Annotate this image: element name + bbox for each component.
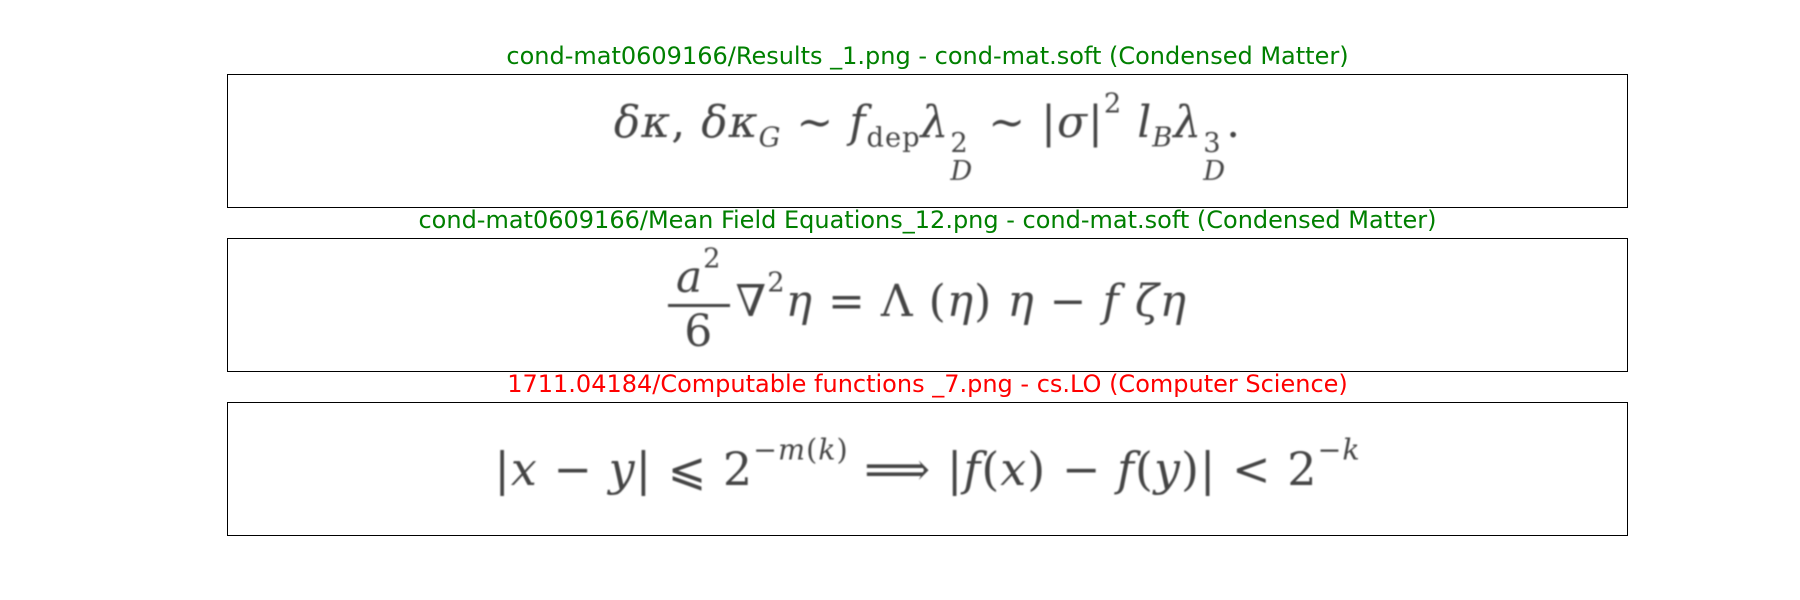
panel-2-formula: a2 6 ∇2η = Λ (η) η − f ζη [667, 246, 1187, 354]
panel-1-box: δκ, δκG ∼ fdepλ 2 D ∼ |σ|2 lBλ 3 D. [227, 74, 1628, 208]
panel-2-title: cond-mat0609166/Mean Field Equations_12.… [418, 206, 1437, 234]
panel-3-title: 1711.04184/Computable functions _7.png -… [507, 370, 1348, 398]
panel-1-title: cond-mat0609166/Results _1.png - cond-ma… [506, 42, 1349, 70]
panel-2-box: a2 6 ∇2η = Λ (η) η − f ζη [227, 238, 1628, 372]
panel-1-formula: δκ, δκG ∼ fdepλ 2 D ∼ |σ|2 lBλ 3 D. [613, 88, 1242, 187]
panel-3-box: |x − y| ⩽ 2−m(k) ⟹ |f(x) − f(y)| < 2−k [227, 402, 1628, 536]
panel-3-formula: |x − y| ⩽ 2−m(k) ⟹ |f(x) − f(y)| < 2−k [494, 433, 1361, 496]
